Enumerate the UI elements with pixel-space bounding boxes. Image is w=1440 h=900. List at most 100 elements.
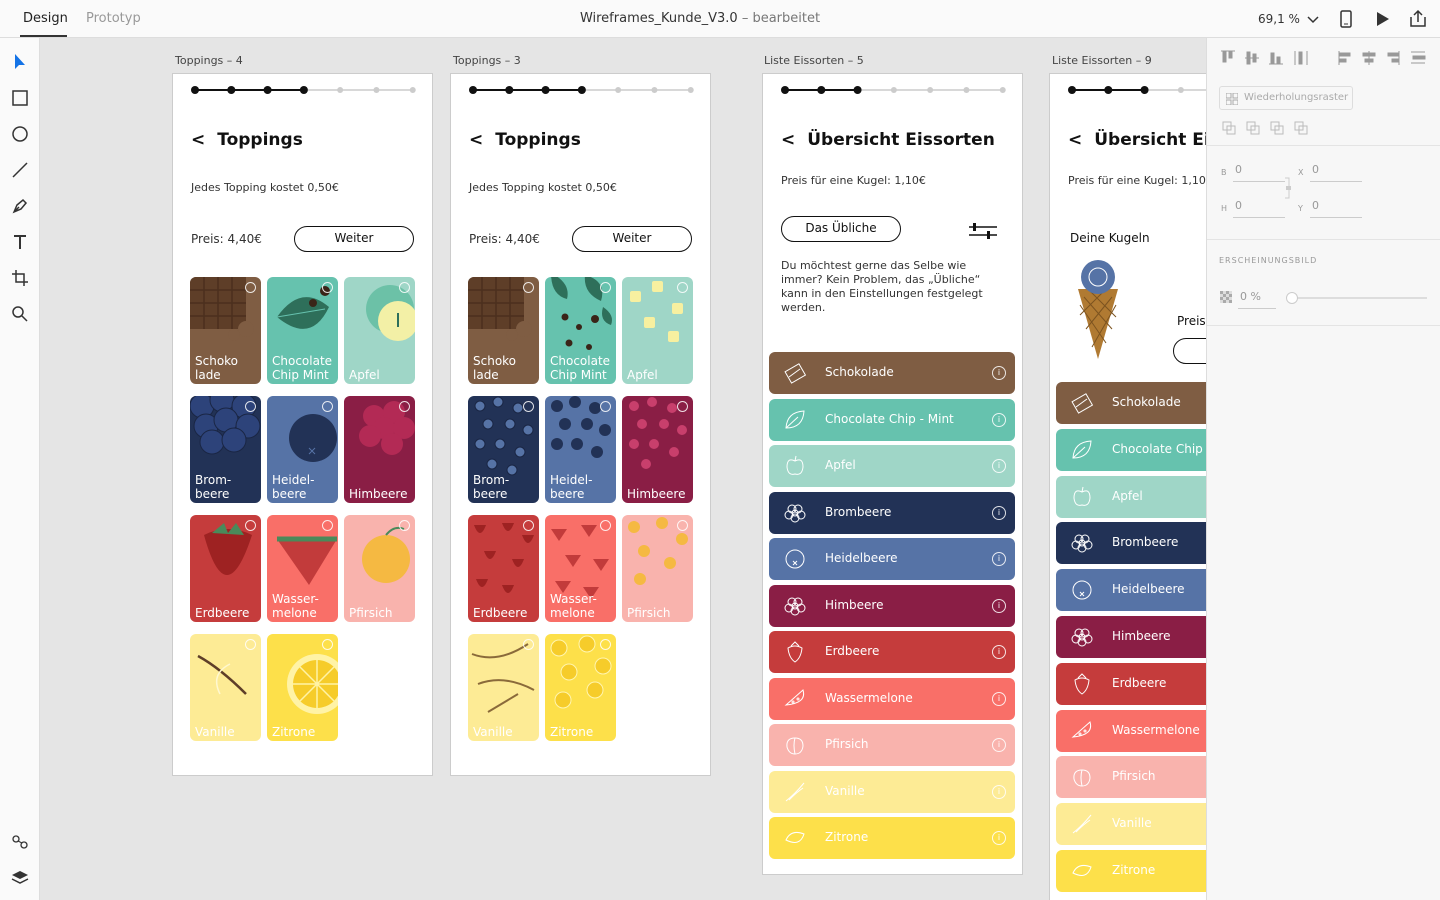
info-icon[interactable]: i: [992, 598, 1006, 613]
back-arrow-icon[interactable]: <: [781, 130, 795, 150]
y-field[interactable]: 0: [1312, 199, 1319, 212]
topping-tile-wasser[interactable]: Wasser- melone: [545, 515, 616, 622]
line-tool-icon[interactable]: [10, 160, 30, 180]
info-icon[interactable]: [600, 639, 611, 650]
repeat-grid-button[interactable]: Wiederholungsraster: [1219, 86, 1353, 110]
topping-tile-wasser[interactable]: Wasser- melone: [267, 515, 338, 622]
info-icon[interactable]: i: [992, 366, 1006, 380]
flavor-item-zitrone[interactable]: Zitronei: [1056, 850, 1206, 892]
topping-tile-zitrone[interactable]: Zitrone: [267, 634, 338, 741]
info-icon[interactable]: [600, 520, 611, 531]
info-icon[interactable]: [399, 520, 410, 531]
align-icons[interactable]: [1217, 48, 1427, 68]
topping-tile-zitrone[interactable]: Zitrone: [545, 634, 616, 741]
artboard-name[interactable]: Liste Eissorten – 9: [1052, 54, 1152, 67]
info-icon[interactable]: [600, 401, 611, 412]
continue-button[interactable]: Weiter: [572, 226, 692, 252]
opacity-field[interactable]: 0 %: [1240, 290, 1261, 303]
flavor-item-himb[interactable]: Himbeerei: [1056, 616, 1206, 658]
info-icon[interactable]: [677, 282, 688, 293]
topping-tile-apfel[interactable]: Apfel: [622, 277, 693, 384]
back-arrow-icon[interactable]: <: [191, 130, 205, 150]
flavor-item-erdb[interactable]: Erdbeerei: [769, 631, 1015, 673]
info-icon[interactable]: [322, 639, 333, 650]
info-icon[interactable]: [245, 282, 256, 293]
filter-sliders-icon[interactable]: [967, 220, 999, 242]
topping-tile-heidel[interactable]: Heidel- beere: [267, 396, 338, 503]
info-icon[interactable]: [677, 520, 688, 531]
ellipse-tool-icon[interactable]: [10, 124, 30, 144]
artboard-toppings-3[interactable]: < Toppings Jedes Topping kostet 0,50€ Pre…: [450, 73, 711, 776]
text-tool-icon[interactable]: [10, 232, 30, 252]
device-preview-icon[interactable]: [1336, 9, 1356, 29]
flavor-item-wasser[interactable]: Wassermelone i: [769, 677, 1015, 720]
rectangle-tool-icon[interactable]: [10, 88, 30, 108]
layers-icon[interactable]: [10, 868, 30, 888]
lock-aspect-icon[interactable]: [1284, 176, 1292, 200]
flavor-item-mint[interactable]: Chocolate Chip -i: [1056, 428, 1206, 471]
artboard-name[interactable]: Liste Eissorten – 5: [764, 54, 864, 67]
back-arrow-icon[interactable]: <: [1068, 130, 1082, 150]
info-icon[interactable]: i: [992, 412, 1006, 427]
canvas[interactable]: Toppings – 4 < Toppings Jedes Topping kos…: [41, 38, 1206, 900]
topping-tile-erdb[interactable]: Erdbeere: [468, 515, 539, 622]
info-icon[interactable]: i: [992, 552, 1006, 566]
artboard-tool-icon[interactable]: [10, 268, 30, 288]
info-icon[interactable]: [245, 520, 256, 531]
usual-order-button[interactable]: Das Übliche: [781, 216, 901, 242]
info-icon[interactable]: i: [992, 691, 1006, 706]
flavor-item-erdb[interactable]: Erdbeerei: [1056, 662, 1206, 705]
topping-tile-himb[interactable]: Himbeere: [344, 396, 415, 503]
flavor-item-vanille[interactable]: Vanillei: [1056, 803, 1206, 846]
flavor-item-mint[interactable]: Chocolate Chip - Mint i: [769, 398, 1015, 441]
flavor-item-apfel[interactable]: Apfel i: [769, 445, 1015, 487]
topping-tile-pfirsich[interactable]: Pfirsich: [622, 515, 693, 622]
width-field[interactable]: 0: [1235, 163, 1242, 176]
topping-tile-mint[interactable]: Chocolate Chip Mint: [267, 277, 338, 384]
info-icon[interactable]: [523, 282, 534, 293]
opacity-slider[interactable]: [1289, 297, 1427, 299]
flavor-item-brom[interactable]: Brombeerei: [769, 491, 1015, 534]
flavor-item-zitrone[interactable]: Zitronei: [769, 817, 1015, 859]
continue-button[interactable]: Weiter: [294, 226, 414, 252]
info-icon[interactable]: [245, 639, 256, 650]
share-icon[interactable]: [1408, 9, 1428, 29]
topping-tile-vanille[interactable]: Vanille: [468, 634, 539, 741]
flavor-item-himb[interactable]: Himbeerei: [769, 584, 1015, 627]
info-icon[interactable]: [600, 282, 611, 293]
assets-icon[interactable]: [10, 832, 30, 852]
topping-tile-mint[interactable]: Chocolate Chip Mint: [545, 277, 616, 384]
info-icon[interactable]: [399, 282, 410, 293]
topping-tile-pfirsich[interactable]: Pfirsich: [344, 515, 415, 622]
info-icon[interactable]: [322, 282, 333, 293]
info-icon[interactable]: i: [992, 645, 1006, 659]
flavor-item-schoko[interactable]: Schokoladei: [1056, 382, 1206, 424]
flavor-item-schoko[interactable]: Schokoladei: [769, 352, 1015, 394]
pen-tool-icon[interactable]: [10, 196, 30, 216]
zoom-level[interactable]: 69,1 %: [1258, 12, 1300, 26]
back-arrow-icon[interactable]: <: [469, 130, 483, 150]
info-icon[interactable]: [523, 401, 534, 412]
topping-tile-schoko[interactable]: Schoko lade: [468, 277, 539, 384]
flavor-item-vanille[interactable]: Vanillei: [769, 770, 1015, 813]
artboard-liste-eissorten-9[interactable]: < Übersicht Eis Preis für eine Kugel: 1,1…: [1049, 73, 1206, 900]
flavor-item-brom[interactable]: Brombeerei: [1056, 522, 1206, 565]
info-icon[interactable]: i: [992, 738, 1006, 752]
artboard-liste-eissorten-5[interactable]: < Übersicht Eissorten Preis für eine Kuge…: [762, 73, 1023, 875]
topping-tile-erdb[interactable]: Erdbeere: [190, 515, 261, 622]
flavor-item-pfirsich[interactable]: Pfirsichi: [1056, 756, 1206, 799]
topping-tile-brom[interactable]: Brom- beere: [468, 396, 539, 503]
info-icon[interactable]: i: [992, 784, 1006, 799]
info-icon[interactable]: [322, 520, 333, 531]
topping-tile-apfel[interactable]: Apfel: [344, 277, 415, 384]
x-field[interactable]: 0: [1312, 163, 1319, 176]
info-icon[interactable]: [399, 401, 410, 412]
play-icon[interactable]: [1372, 9, 1392, 29]
select-tool-icon[interactable]: [10, 52, 30, 72]
info-icon[interactable]: [523, 639, 534, 650]
info-icon[interactable]: i: [992, 459, 1006, 473]
flavor-item-pfirsich[interactable]: Pfirsichi: [769, 724, 1015, 766]
topping-tile-himb[interactable]: Himbeere: [622, 396, 693, 503]
info-icon[interactable]: i: [992, 505, 1006, 520]
topping-tile-brom[interactable]: Brom- beere: [190, 396, 261, 503]
